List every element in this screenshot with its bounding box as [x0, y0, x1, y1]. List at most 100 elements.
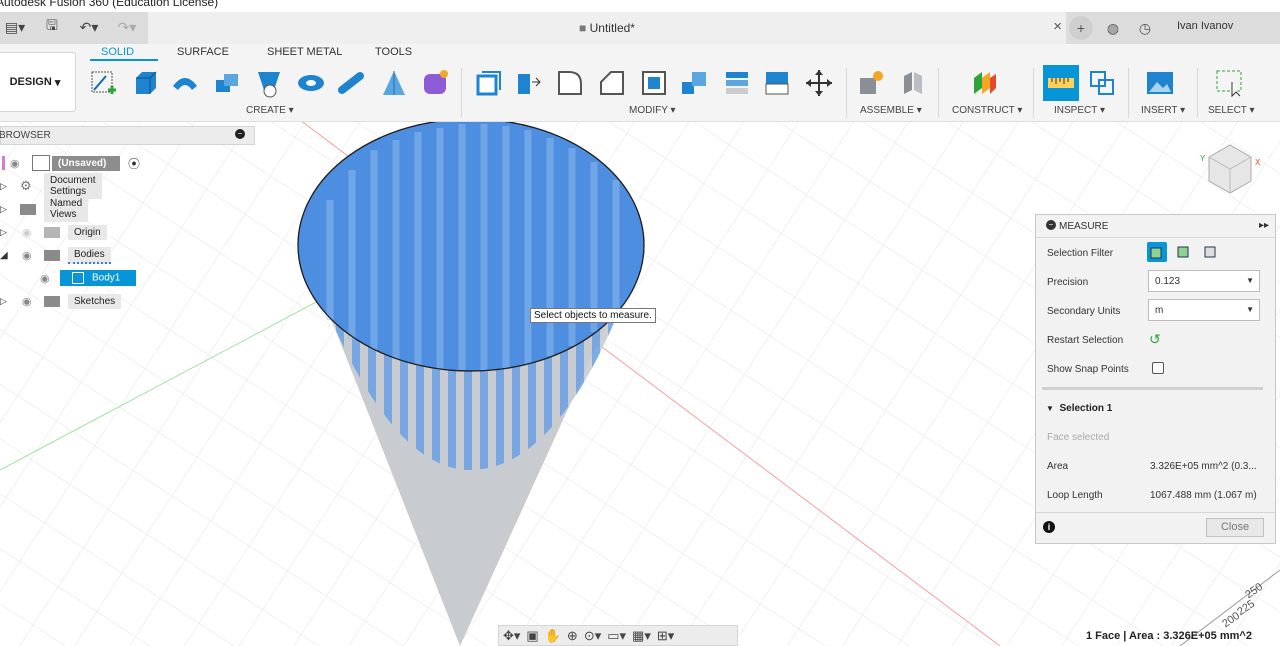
select-group-label[interactable]: SELECT ▾: [1208, 105, 1255, 116]
tab-solid[interactable]: SOLID: [101, 46, 134, 58]
sweep-icon[interactable]: [210, 66, 244, 100]
joint-icon[interactable]: [896, 66, 930, 100]
selection-section[interactable]: ▼ Selection 1: [1046, 403, 1112, 414]
construct-group-label[interactable]: CONSTRUCT ▾: [952, 105, 1022, 116]
file-menu-icon[interactable]: ▤▾: [0, 16, 30, 38]
undo-icon[interactable]: ↶▾: [74, 16, 104, 38]
eye-icon[interactable]: ◉: [40, 272, 50, 285]
fillet-icon[interactable]: [512, 66, 546, 100]
shell-icon[interactable]: [595, 66, 629, 100]
move-copy-icon[interactable]: [802, 66, 836, 100]
eye-icon[interactable]: ◉: [22, 295, 32, 308]
snap-points-checkbox[interactable]: [1152, 362, 1164, 374]
insert-image-icon[interactable]: [1143, 66, 1177, 100]
toolbar-separator: [1128, 68, 1129, 118]
press-pull-icon[interactable]: [470, 66, 504, 100]
scale-icon[interactable]: [678, 66, 712, 100]
collapse-tree-icon[interactable]: ◢: [0, 250, 8, 261]
interference-icon[interactable]: [1085, 66, 1119, 100]
expand-icon[interactable]: ▷: [0, 227, 7, 238]
navigation-bar: ✥▾ ▣ ✋ ⊕ ⊙▾ ▭▾ ▦▾ ⊞▾: [498, 625, 738, 646]
fit-icon[interactable]: ⊙▾: [584, 628, 601, 644]
form-icon[interactable]: [418, 66, 452, 100]
pipe-icon[interactable]: [336, 66, 370, 100]
filter-body-icon[interactable]: [1203, 244, 1219, 263]
expand-icon[interactable]: ▷: [0, 296, 7, 307]
eye-icon[interactable]: ◉: [10, 157, 20, 170]
precision-dropdown[interactable]: 0.123 ▼: [1148, 270, 1260, 292]
orbit-icon[interactable]: ✥▾: [503, 628, 520, 644]
select-icon[interactable]: [1212, 66, 1246, 100]
coil-icon[interactable]: [376, 66, 410, 100]
measure-tooltip: Select objects to measure.: [530, 308, 656, 323]
look-at-icon[interactable]: ▣: [526, 628, 538, 644]
inspect-group-label[interactable]: INSPECT ▾: [1054, 105, 1105, 116]
expand-icon[interactable]: ▷: [0, 181, 7, 192]
clock-icon[interactable]: ◷: [1133, 16, 1157, 40]
assemble-group-label[interactable]: ASSEMBLE ▾: [860, 105, 922, 116]
tab-surface[interactable]: SURFACE: [177, 46, 229, 58]
tab-sheet-metal[interactable]: SHEET METAL: [267, 46, 342, 58]
insert-group-label[interactable]: INSERT ▾: [1141, 105, 1185, 116]
precision-label: Precision: [1047, 277, 1089, 288]
offset-plane-icon[interactable]: [968, 66, 1002, 100]
workspace-switcher[interactable]: DESIGN ▾: [0, 52, 76, 112]
modify-group-label[interactable]: MODIFY ▾: [629, 105, 676, 116]
collapse-icon[interactable]: −: [1046, 220, 1056, 230]
grid-settings-icon[interactable]: ▦▾: [632, 628, 651, 644]
measure-icon[interactable]: [1043, 65, 1079, 101]
expand-icon[interactable]: ▷: [0, 204, 7, 215]
zoom-icon[interactable]: ⊕: [567, 628, 578, 644]
chamfer-icon[interactable]: [553, 66, 587, 100]
loop-length-value: 1067.488 mm (1.067 m): [1150, 490, 1257, 501]
info-icon[interactable]: i: [1043, 521, 1055, 533]
browser-panel-header[interactable]: BROWSER −: [0, 126, 255, 145]
expand-panel-icon[interactable]: ▸▸: [1259, 220, 1269, 231]
eye-hidden-icon[interactable]: ◉: [22, 226, 32, 239]
measure-header[interactable]: − MEASURE ▸▸: [1036, 215, 1275, 238]
draft-icon[interactable]: [637, 66, 671, 100]
toolbar-separator: [846, 68, 847, 118]
viewports-icon[interactable]: ⊞▾: [657, 628, 674, 644]
filter-edge-icon[interactable]: [1176, 244, 1192, 263]
save-icon[interactable]: 🖫: [40, 16, 64, 38]
redo-icon[interactable]: ↷▾: [112, 16, 142, 38]
secondary-units-dropdown[interactable]: m ▼: [1148, 299, 1260, 321]
folder-icon: [44, 249, 60, 261]
user-name[interactable]: Ivan Ivanov: [1177, 20, 1233, 32]
revolve-icon[interactable]: [168, 66, 202, 100]
hole-icon[interactable]: [294, 66, 328, 100]
svg-text:Y: Y: [1200, 154, 1206, 163]
collapse-icon[interactable]: −: [235, 129, 245, 139]
display-settings-icon[interactable]: ▭▾: [607, 628, 626, 644]
create-sketch-icon[interactable]: [86, 66, 120, 100]
activate-radio-icon[interactable]: ⦿: [128, 155, 140, 172]
selection-filter-label: Selection Filter: [1047, 248, 1114, 259]
document-tab[interactable]: ■ Untitled* ×: [148, 12, 1066, 44]
ribbon-toolbar: DESIGN ▾ SOLID SURFACE SHEET METAL TOOLS…: [0, 44, 1280, 122]
measure-title: MEASURE: [1059, 221, 1109, 232]
close-tab-icon[interactable]: ×: [1053, 18, 1062, 35]
combine-icon[interactable]: [720, 66, 754, 100]
loft-icon[interactable]: [252, 66, 286, 100]
root-label[interactable]: (Unsaved): [52, 155, 120, 171]
secondary-units-label: Secondary Units: [1047, 306, 1121, 317]
new-component-icon[interactable]: [854, 66, 888, 100]
body-icon: [72, 272, 84, 284]
new-tab-icon[interactable]: +: [1069, 16, 1093, 40]
tree-label-selected: Body1: [60, 270, 136, 286]
close-button[interactable]: Close: [1206, 518, 1264, 537]
replace-face-icon[interactable]: [760, 66, 794, 100]
eye-icon[interactable]: ◉: [22, 249, 32, 262]
job-status-icon[interactable]: ◍: [1101, 16, 1125, 40]
tab-tools[interactable]: TOOLS: [375, 46, 412, 58]
document-tab-bar: ▤▾ 🖫 ↶▾ ↷▾ ■ Untitled* × + ◍ ◷ Ivan Ivan…: [0, 12, 1280, 45]
view-cube[interactable]: YX: [1195, 137, 1265, 207]
restart-icon[interactable]: ↺: [1149, 331, 1161, 348]
create-group-label[interactable]: CREATE ▾: [246, 105, 294, 116]
divider: [1042, 387, 1263, 390]
pan-icon[interactable]: ✋: [545, 628, 561, 644]
folder-icon: [44, 226, 60, 238]
extrude-icon[interactable]: [128, 66, 162, 100]
filter-face-icon[interactable]: [1147, 242, 1167, 262]
